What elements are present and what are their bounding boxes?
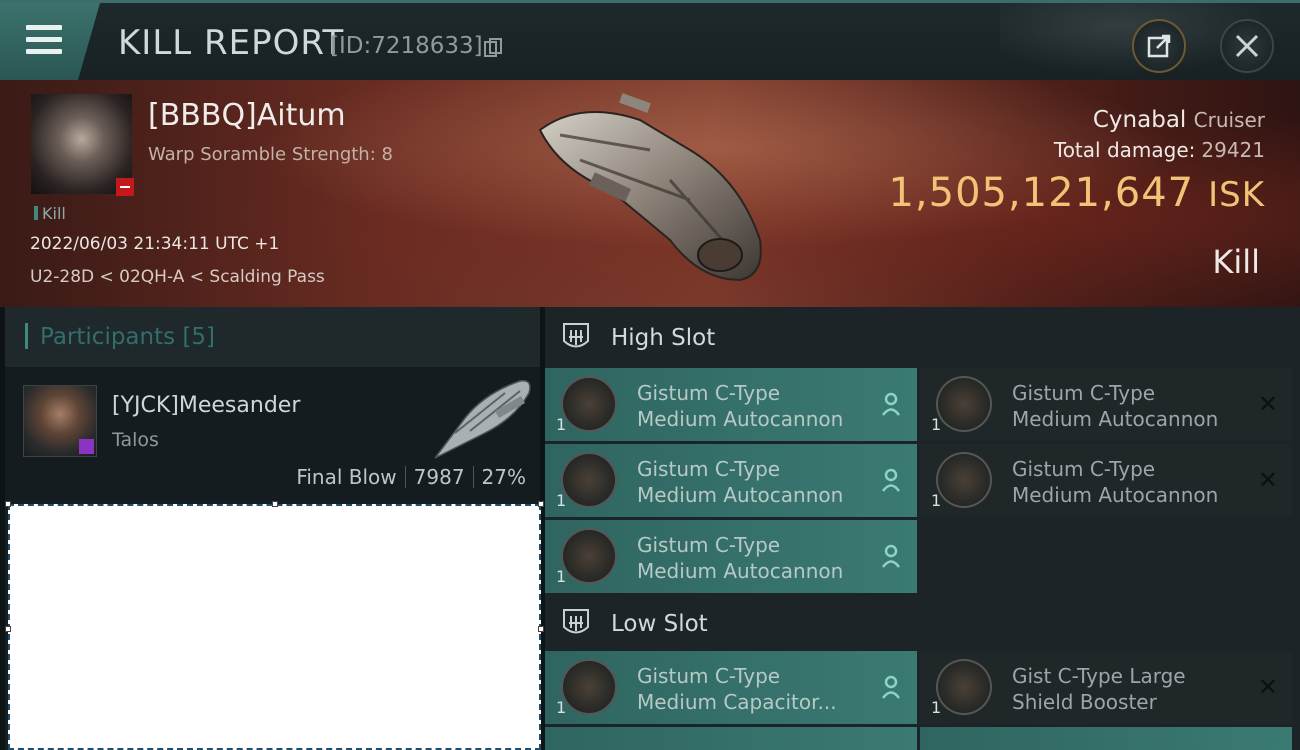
corp-badge-icon bbox=[79, 439, 94, 454]
report-id: [ID:7218633] bbox=[330, 33, 483, 59]
capacitor-icon bbox=[561, 659, 617, 715]
module-item[interactable]: 1 Gistum C-Type Medium Autocannon bbox=[545, 368, 917, 441]
module-qty: 1 bbox=[931, 491, 942, 510]
module-item[interactable] bbox=[920, 727, 1292, 750]
participant-row[interactable]: [YJCK]Meesander Talos Final Blow 7987 27% bbox=[5, 367, 540, 500]
participant-name[interactable]: [YJCK]Meesander bbox=[112, 393, 300, 418]
module-name: Gistum C-Type bbox=[1012, 381, 1156, 405]
warp-scramble-strength: Warp Soramble Strength: 8 bbox=[148, 144, 393, 165]
total-damage-label: Total damage: bbox=[1053, 138, 1196, 162]
close-icon bbox=[1235, 34, 1259, 58]
module-name: Gistum C-Type bbox=[637, 533, 781, 557]
x-icon: ✕ bbox=[1257, 673, 1278, 701]
module-qty: 1 bbox=[931, 698, 942, 717]
module-item[interactable]: 1 Gistum C-Type Medium Capacitor... bbox=[545, 651, 917, 724]
module-type: Medium Autocannon bbox=[637, 483, 844, 507]
victim-portrait[interactable] bbox=[31, 94, 134, 196]
autocannon-icon bbox=[936, 452, 992, 508]
victim-ship-image[interactable] bbox=[520, 90, 780, 290]
isk-unit: ISK bbox=[1208, 175, 1265, 215]
kill-location: U2-28D < 02QH-A < Scalding Pass bbox=[30, 267, 325, 287]
participants-title: Participants [5] bbox=[40, 324, 216, 350]
autocannon-icon bbox=[561, 452, 617, 508]
module-name: Gistum C-Type bbox=[1012, 457, 1156, 481]
person-icon bbox=[881, 675, 901, 699]
module-type: Medium Capacitor... bbox=[637, 690, 837, 714]
module-name: Gistum C-Type bbox=[637, 381, 781, 405]
module-type: Medium Autocannon bbox=[637, 559, 844, 583]
high-slot-title: High Slot bbox=[611, 325, 716, 351]
shield-booster-icon bbox=[936, 659, 992, 715]
low-slot-header: Low Slot bbox=[545, 593, 1300, 653]
kill-summary-banner: [BBBQ]Aitum Warp Soramble Strength: 8 Ki… bbox=[0, 80, 1300, 307]
module-name: Gist C-Type Large bbox=[1012, 664, 1186, 688]
x-icon: ✕ bbox=[1257, 390, 1278, 418]
module-item[interactable] bbox=[545, 727, 917, 750]
module-qty: 1 bbox=[556, 415, 567, 434]
blank-selection-area bbox=[5, 501, 544, 750]
isk-value: 1,505,121,647 ISK bbox=[888, 170, 1265, 216]
participants-header[interactable]: Participants [5] bbox=[5, 307, 540, 367]
module-item[interactable]: 1 Gistum C-Type Medium Autocannon bbox=[545, 444, 917, 517]
module-type: Medium Autocannon bbox=[1012, 407, 1219, 431]
copy-icon[interactable] bbox=[484, 38, 502, 58]
close-button[interactable] bbox=[1220, 19, 1274, 73]
module-name: Gistum C-Type bbox=[637, 664, 781, 688]
person-icon bbox=[881, 468, 901, 492]
kill-datetime: 2022/06/03 21:34:11 UTC +1 bbox=[30, 234, 280, 254]
page-title: KILL REPORT bbox=[118, 23, 345, 63]
module-type: Shield Booster bbox=[1012, 690, 1157, 714]
module-item[interactable]: 1 Gistum C-Type Medium Autocannon bbox=[545, 520, 917, 593]
high-slot-header: High Slot bbox=[545, 307, 1300, 367]
autocannon-icon bbox=[936, 376, 992, 432]
low-slot-title: Low Slot bbox=[611, 611, 708, 637]
module-qty: 1 bbox=[556, 491, 567, 510]
module-type: Medium Autocannon bbox=[1012, 483, 1219, 507]
avatar[interactable] bbox=[23, 385, 97, 457]
module-item[interactable]: 1 Gistum C-Type Medium Autocannon ✕ bbox=[920, 368, 1292, 441]
header-accent bbox=[25, 323, 28, 349]
total-damage: Total damage: 29421 bbox=[1054, 138, 1265, 162]
title-bar: KILL REPORT [ID:7218633] bbox=[0, 0, 1300, 83]
share-button[interactable] bbox=[1132, 19, 1186, 73]
victim-name[interactable]: [BBBQ]Aitum bbox=[148, 98, 346, 133]
module-qty: 1 bbox=[931, 415, 942, 434]
module-qty: 1 bbox=[556, 698, 567, 717]
x-icon: ✕ bbox=[1257, 466, 1278, 494]
module-name: Gistum C-Type bbox=[637, 457, 781, 481]
autocannon-icon bbox=[561, 376, 617, 432]
victim-ship-class: Cruiser bbox=[1193, 108, 1265, 132]
participant-stats: Final Blow 7987 27% bbox=[296, 465, 526, 489]
fitting-panel: High Slot 1 Gistum C-Type Medium Autocan… bbox=[545, 307, 1300, 750]
total-damage-value: 29421 bbox=[1201, 138, 1265, 162]
participant-ship: Talos bbox=[112, 429, 159, 451]
hostile-standing-icon bbox=[116, 178, 134, 196]
final-blow-label: Final Blow bbox=[296, 465, 397, 489]
module-item[interactable]: 1 Gistum C-Type Medium Autocannon ✕ bbox=[920, 444, 1292, 517]
autocannon-icon bbox=[561, 528, 617, 584]
result-label: Kill bbox=[1212, 243, 1260, 281]
slot-rack-icon bbox=[563, 609, 589, 634]
module-qty: 1 bbox=[556, 567, 567, 586]
person-icon bbox=[881, 544, 901, 568]
menu-button[interactable] bbox=[0, 3, 100, 80]
slot-rack-icon bbox=[563, 323, 589, 348]
module-type: Medium Autocannon bbox=[637, 407, 844, 431]
participants-panel: Participants [5] [YJCK]Meesander Talos F… bbox=[5, 307, 544, 750]
victim-ship[interactable]: Cynabal Cruiser bbox=[1093, 107, 1265, 133]
kill-tag: Kill bbox=[34, 204, 66, 223]
isk-amount: 1,505,121,647 bbox=[888, 170, 1195, 216]
participant-ship-image[interactable] bbox=[425, 373, 535, 463]
participant-damage-percent: 27% bbox=[481, 465, 526, 489]
person-icon bbox=[881, 392, 901, 416]
share-icon bbox=[1147, 34, 1171, 58]
participant-damage: 7987 bbox=[413, 465, 465, 489]
module-item[interactable]: 1 Gist C-Type Large Shield Booster ✕ bbox=[920, 651, 1292, 724]
victim-ship-name: Cynabal bbox=[1092, 107, 1187, 133]
